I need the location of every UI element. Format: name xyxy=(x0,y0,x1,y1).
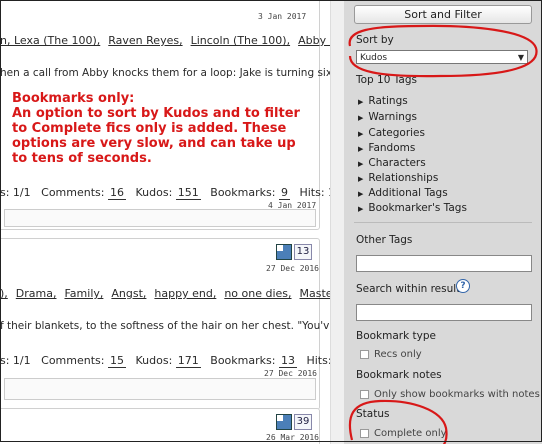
window-frame xyxy=(0,0,542,442)
